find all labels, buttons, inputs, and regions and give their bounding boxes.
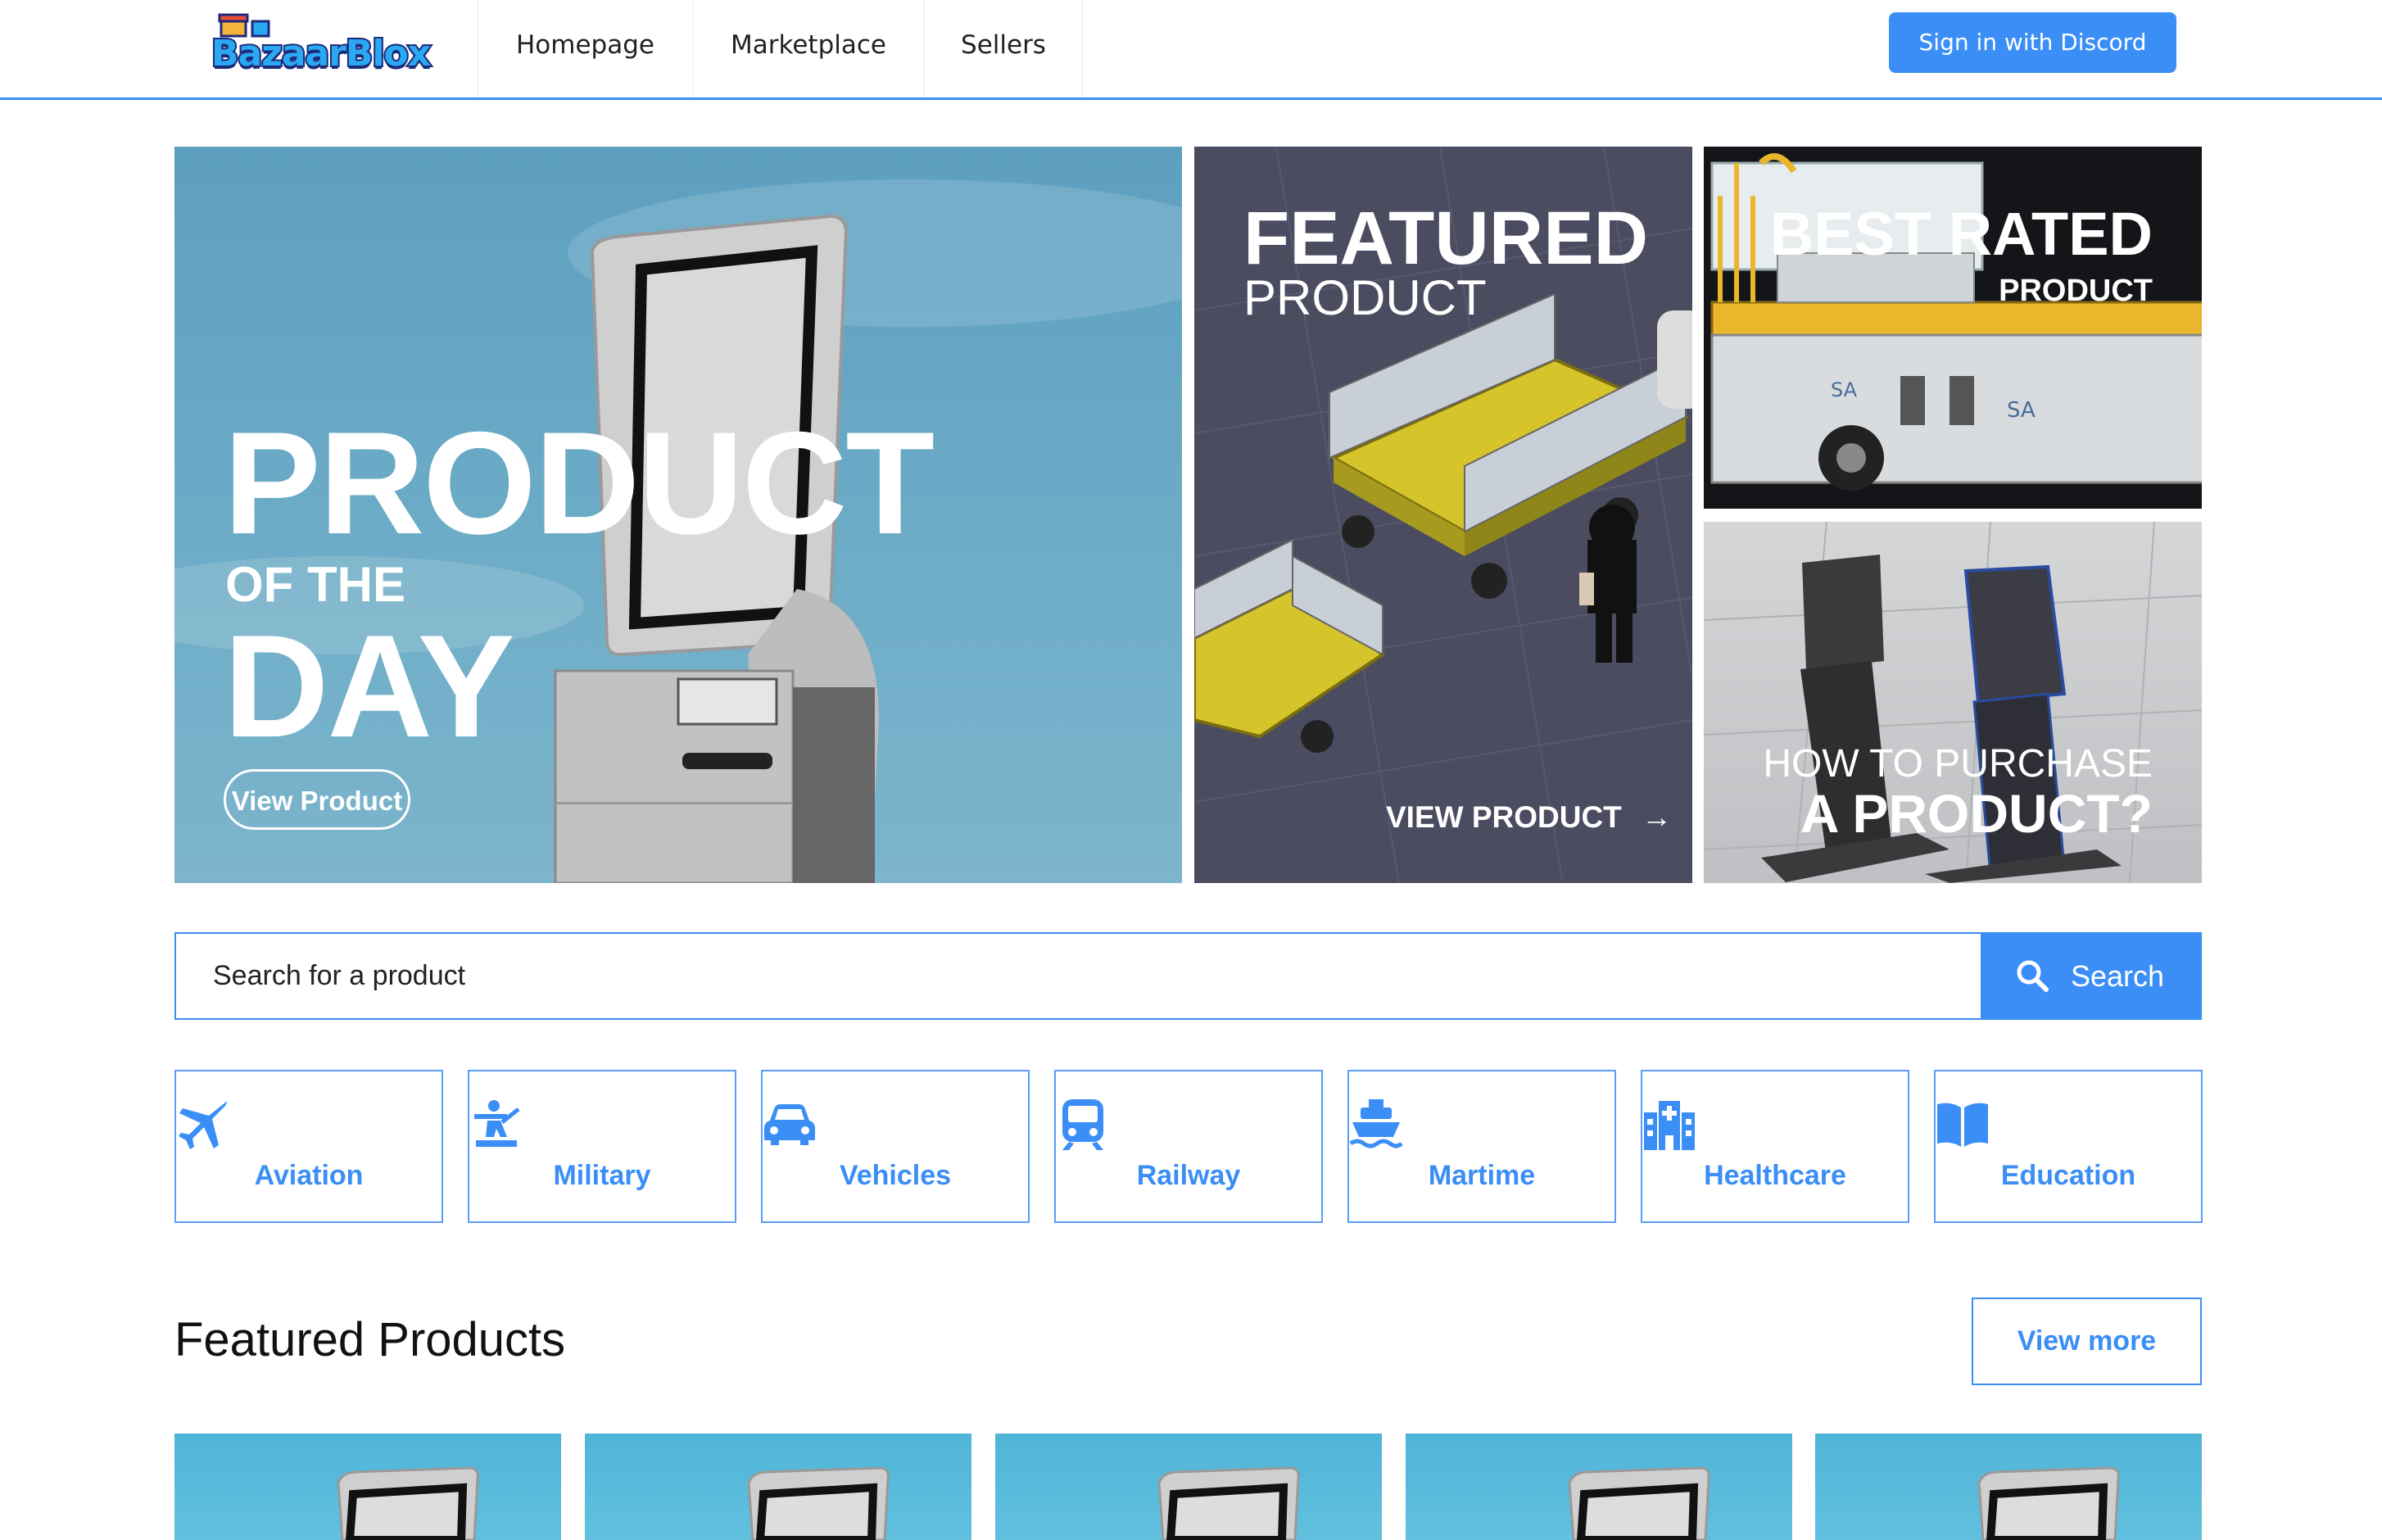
pod-title-product: PRODUCT (224, 401, 935, 564)
category-label: Healthcare (1704, 1160, 1846, 1191)
brand-logo[interactable]: BazaarBlox (210, 11, 441, 79)
how-to-purchase-banner[interactable]: HOW TO PURCHASE A PRODUCT? (1704, 522, 2202, 883)
search-input[interactable] (174, 932, 1983, 1020)
search-bar: Search (174, 932, 2202, 1020)
featured-product-banner[interactable]: FEATURED PRODUCT VIEW PRODUCT → (1194, 147, 1692, 883)
svg-text:SA: SA (2007, 398, 2036, 423)
how-to-title: HOW TO PURCHASE (1763, 742, 2153, 786)
view-product-button[interactable]: View Product (224, 769, 410, 830)
category-label: Military (553, 1160, 651, 1191)
category-label: Martime (1428, 1160, 1536, 1191)
category-education[interactable]: Education (1934, 1070, 2203, 1223)
arrow-right-icon: → (1642, 800, 1673, 834)
product-card[interactable] (1815, 1434, 2202, 1540)
best-rated-banner[interactable]: SA SA BEST RATED PRODUCT (1704, 147, 2202, 509)
hospital-icon (1644, 1101, 1695, 1150)
nav-homepage[interactable]: Homepage (478, 0, 692, 97)
category-label: Education (2000, 1160, 2136, 1191)
product-thumbnail (1157, 1466, 1300, 1540)
navbar: BazaarBlox Homepage Marketplace Sellers … (0, 0, 2382, 100)
featured-subtitle: PRODUCT (1243, 270, 1487, 325)
search-button-label: Search (2071, 959, 2165, 993)
pod-title-day: DAY (224, 605, 514, 768)
category-maritime[interactable]: Martime (1347, 1070, 1616, 1223)
nav-marketplace[interactable]: Marketplace (692, 0, 924, 97)
category-vehicles[interactable]: Vehicles (761, 1070, 1030, 1223)
person-rifle-icon (474, 1100, 520, 1147)
nav-marketplace-label: Marketplace (731, 30, 886, 60)
svg-text:SA: SA (1831, 378, 1858, 401)
category-aviation[interactable]: Aviation (174, 1070, 443, 1223)
nav-homepage-label: Homepage (516, 30, 654, 60)
best-rated-subtitle: PRODUCT (1999, 274, 2153, 308)
product-thumbnail (337, 1466, 479, 1540)
signin-discord-button[interactable]: Sign in with Discord (1889, 12, 2176, 73)
best-rated-title: BEST RATED (1769, 200, 2153, 268)
featured-view-product-link[interactable]: VIEW PRODUCT → (1386, 800, 1672, 835)
plane-icon (179, 1101, 227, 1149)
category-healthcare[interactable]: Healthcare (1641, 1070, 1909, 1223)
search-icon (2017, 960, 2049, 992)
how-to-subtitle: A PRODUCT? (1800, 783, 2153, 844)
product-card[interactable] (585, 1434, 971, 1540)
product-card[interactable] (1406, 1434, 1792, 1540)
nav-sellers-label: Sellers (961, 30, 1046, 60)
product-card[interactable] (995, 1434, 1382, 1540)
book-open-icon (1937, 1103, 1988, 1147)
category-label: Railway (1136, 1160, 1241, 1191)
product-of-the-day-banner[interactable]: PRODUCT OF THE DAY View Product (174, 147, 1182, 883)
search-button[interactable]: Search (1981, 932, 2202, 1020)
category-label: Aviation (254, 1160, 364, 1191)
brand-wordmark: BazaarBlox (210, 31, 432, 76)
category-label: Vehicles (839, 1160, 952, 1191)
view-more-button[interactable]: View more (1972, 1298, 2202, 1385)
category-railway[interactable]: Railway (1054, 1070, 1323, 1223)
category-military[interactable]: Military (468, 1070, 736, 1223)
product-card[interactable] (174, 1434, 561, 1540)
featured-products-heading: Featured Products (174, 1313, 566, 1366)
product-thumbnail (1977, 1466, 2120, 1540)
car-icon (764, 1104, 815, 1145)
train-icon (1062, 1099, 1103, 1150)
nav-sellers[interactable]: Sellers (924, 0, 1083, 97)
featured-view-label: VIEW PRODUCT (1386, 800, 1622, 834)
product-thumbnail (1568, 1466, 1710, 1540)
ship-icon (1349, 1099, 1403, 1148)
product-thumbnail (747, 1466, 890, 1540)
